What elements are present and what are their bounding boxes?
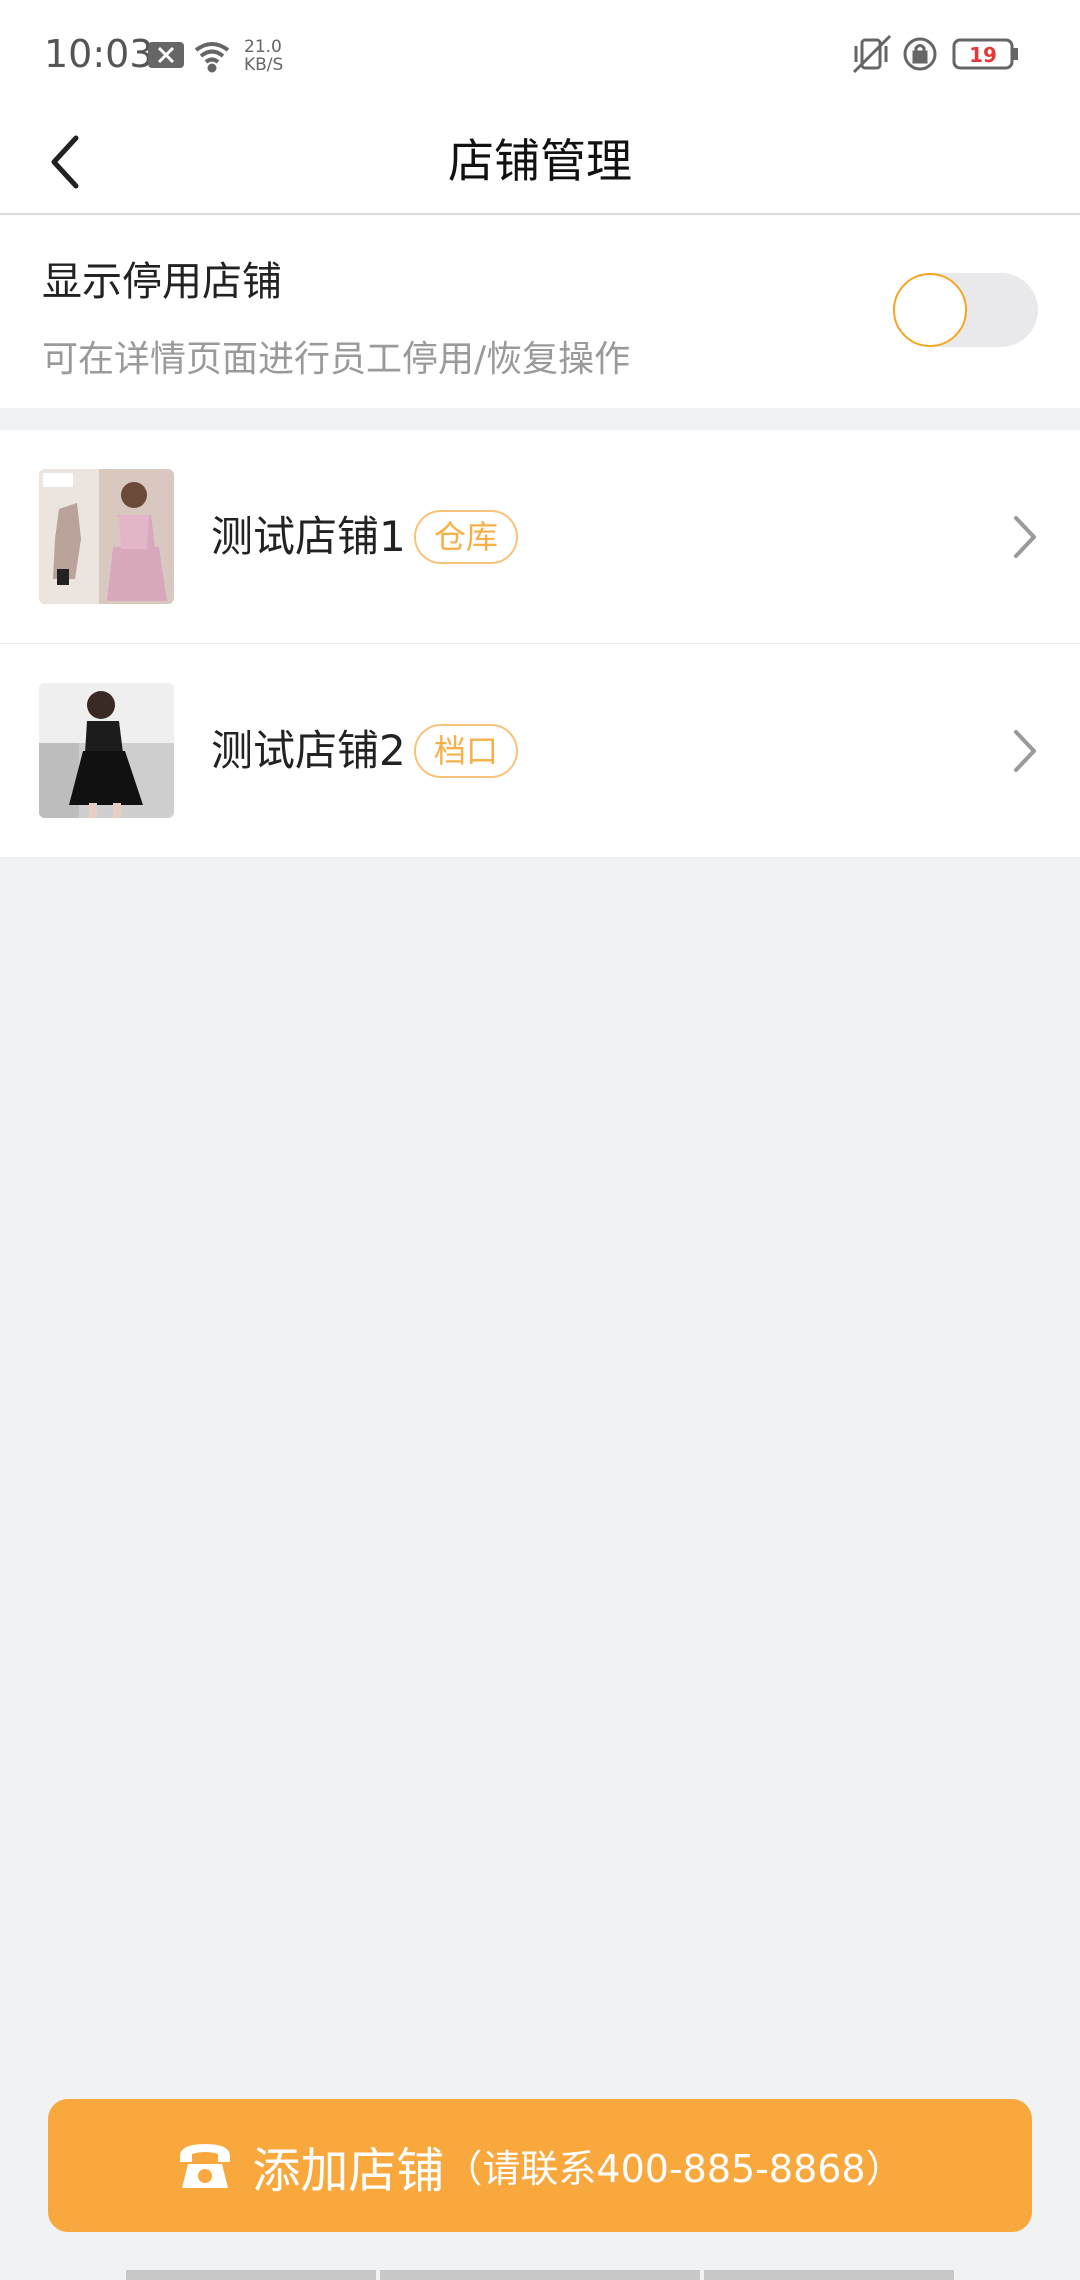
close-notification-icon <box>148 42 184 68</box>
svg-text:19: 19 <box>969 43 997 67</box>
status-left-icons: 21.0 KB/S <box>148 37 283 75</box>
gesture-bar-right <box>704 2270 954 2280</box>
svg-text:21.0: 21.0 <box>244 37 282 57</box>
toggle-title: 显示停用店铺 <box>42 259 282 305</box>
status-right-icons: 19 <box>852 34 1018 74</box>
store-list-item[interactable]: 测试店铺2 档口 <box>0 643 1080 857</box>
svg-text:KB/S: KB/S <box>244 55 283 75</box>
store-type-badge: 仓库 <box>414 510 519 564</box>
store-thumbnail <box>39 469 174 604</box>
chevron-right-icon <box>1014 730 1036 772</box>
toggle-knob <box>893 273 967 347</box>
vibrate-icon <box>852 34 892 74</box>
store-list: 测试店铺1 仓库 测试店铺2 档口 <box>0 430 1080 857</box>
back-button[interactable] <box>26 122 106 202</box>
chevron-left-icon <box>51 135 79 189</box>
chevron-right-icon <box>1014 516 1036 558</box>
gesture-bar-left <box>126 2270 376 2280</box>
store-name: 测试店铺1 <box>211 512 406 561</box>
show-disabled-stores-toggle[interactable] <box>893 273 1038 347</box>
add-store-contact: （请联系400-885-8868） <box>444 2147 904 2191</box>
wifi-icon <box>194 42 230 73</box>
gesture-bar-center <box>380 2270 700 2280</box>
status-time: 10:03 <box>44 32 154 76</box>
phone-icon <box>180 2143 231 2188</box>
toggle-subtitle: 可在详情页面进行员工停用/恢复操作 <box>42 339 631 380</box>
store-thumbnail <box>39 683 174 818</box>
add-store-label: 添加店铺 <box>252 2142 445 2199</box>
add-store-button[interactable]: 添加店铺 （请联系400-885-8868） <box>48 2099 1032 2232</box>
nav-bar: 店铺管理 <box>0 110 1080 215</box>
battery-icon: 19 <box>952 38 1018 70</box>
store-type-badge: 档口 <box>414 724 519 778</box>
store-list-item[interactable]: 测试店铺1 仓库 <box>0 430 1080 643</box>
store-name: 测试店铺2 <box>211 726 406 775</box>
rotation-lock-icon <box>903 37 937 71</box>
show-disabled-stores-section: 显示停用店铺 可在详情页面进行员工停用/恢复操作 <box>0 215 1080 408</box>
net-speed: 21.0 KB/S <box>244 37 283 75</box>
page-title: 店铺管理 <box>448 134 632 188</box>
status-bar: 10:03 21.0 KB/S 19 <box>0 0 1080 110</box>
